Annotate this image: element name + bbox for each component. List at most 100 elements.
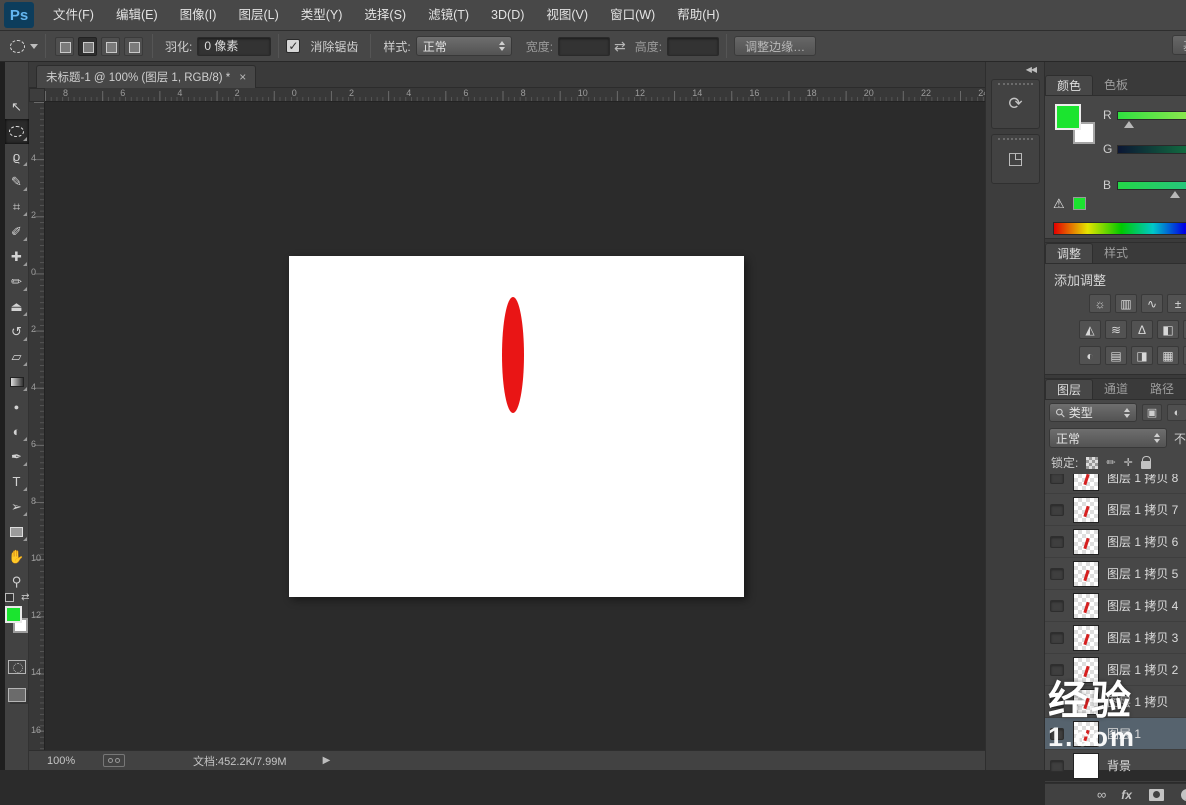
- filter-pixel-layers-button[interactable]: ▣: [1142, 404, 1162, 421]
- layer-row[interactable]: 图层 1: [1045, 718, 1186, 750]
- layer-name[interactable]: 图层 1 拷贝 5: [1107, 565, 1178, 582]
- menu-layer[interactable]: 图层(L): [227, 8, 289, 22]
- menu-type[interactable]: 类型(Y): [290, 8, 354, 22]
- history-brush-tool[interactable]: ↺: [5, 319, 29, 344]
- collapse-panels-icon[interactable]: ◀◀: [1026, 65, 1037, 74]
- layer-name[interactable]: 图层 1 拷贝 3: [1107, 629, 1178, 646]
- layer-row[interactable]: 图层 1 拷贝 5: [1045, 558, 1186, 590]
- zoom-tool[interactable]: ⚲: [5, 569, 29, 594]
- menu-help[interactable]: 帮助(H): [666, 8, 730, 22]
- layer-name[interactable]: 图层 1 拷贝 7: [1107, 501, 1178, 518]
- crop-tool[interactable]: ⌗: [5, 194, 29, 219]
- visibility-toggle[interactable]: [1050, 503, 1064, 516]
- invert-icon[interactable]: ◐: [1079, 346, 1101, 365]
- eraser-tool[interactable]: ▱: [5, 344, 29, 369]
- hue-saturation-icon[interactable]: ≋: [1105, 320, 1127, 339]
- document-tab[interactable]: 未标题-1 @ 100% (图层 1, RGB/8) * ×: [36, 65, 257, 88]
- gradient-tool[interactable]: [5, 369, 29, 394]
- layer-thumbnail[interactable]: [1073, 720, 1099, 747]
- status-menu-arrow-icon[interactable]: ▶: [323, 755, 331, 766]
- brightness-contrast-icon[interactable]: ☼: [1089, 294, 1111, 313]
- brush-tool[interactable]: ✏: [5, 269, 29, 294]
- foreground-color-swatch[interactable]: [1055, 104, 1081, 130]
- menu-file[interactable]: 文件(F): [42, 8, 105, 22]
- visibility-toggle[interactable]: [1050, 535, 1064, 548]
- layer-thumbnail[interactable]: [1073, 656, 1099, 683]
- blur-tool[interactable]: ●: [5, 394, 29, 419]
- eyedropper-tool[interactable]: ✐: [5, 219, 29, 244]
- color-balance-icon[interactable]: Δ: [1131, 320, 1153, 339]
- tool-preset-picker[interactable]: [10, 39, 38, 53]
- layer-row[interactable]: 图层 1 拷贝 7: [1045, 494, 1186, 526]
- visibility-toggle[interactable]: [1050, 695, 1064, 708]
- posterize-icon[interactable]: ▤: [1105, 346, 1127, 365]
- layer-name[interactable]: 图层 1 拷贝 4: [1107, 597, 1178, 614]
- spot-healing-brush-tool[interactable]: ✚: [5, 244, 29, 269]
- layer-thumbnail[interactable]: [1073, 496, 1099, 523]
- layer-row[interactable]: 图层 1 拷贝 3: [1045, 622, 1186, 654]
- pen-tool[interactable]: ✒: [5, 444, 29, 469]
- history-panel-button[interactable]: ⟳: [991, 79, 1040, 129]
- visibility-toggle[interactable]: [1050, 474, 1064, 484]
- layer-thumbnail[interactable]: [1073, 624, 1099, 651]
- zoom-level-field[interactable]: 100%: [47, 755, 93, 767]
- visibility-toggle[interactable]: [1050, 631, 1064, 644]
- color-spectrum-bar[interactable]: [1053, 222, 1186, 235]
- quick-mask-button[interactable]: [7, 660, 26, 674]
- visibility-toggle[interactable]: [1050, 727, 1064, 740]
- layer-thumbnail[interactable]: [1073, 474, 1099, 491]
- clone-stamp-tool[interactable]: ⏏: [5, 294, 29, 319]
- menu-view[interactable]: 视图(V): [535, 8, 599, 22]
- width-input[interactable]: [558, 36, 611, 56]
- layer-thumbnail[interactable]: [1073, 592, 1099, 619]
- canvas-document[interactable]: [289, 256, 744, 597]
- exposure-icon[interactable]: ±: [1167, 294, 1186, 313]
- lock-all-icon[interactable]: [1140, 455, 1152, 469]
- rectangle-tool[interactable]: [5, 519, 29, 544]
- layer-name[interactable]: 图层 1 拷贝 6: [1107, 533, 1178, 550]
- black-white-icon[interactable]: ◧: [1157, 320, 1179, 339]
- new-selection-button[interactable]: [55, 36, 74, 56]
- new-adjustment-layer-icon[interactable]: [1180, 788, 1186, 801]
- filter-adjustment-layers-button[interactable]: ◐: [1167, 404, 1186, 421]
- layer-name[interactable]: 背景: [1107, 757, 1131, 774]
- layer-row[interactable]: 图层 1 拷贝: [1045, 686, 1186, 718]
- antialias-checkbox[interactable]: ✓: [286, 39, 301, 53]
- screen-mode-button[interactable]: [7, 688, 26, 702]
- menu-select[interactable]: 选择(S): [353, 8, 417, 22]
- curves-icon[interactable]: ∿: [1141, 294, 1163, 313]
- layer-thumbnail[interactable]: [1073, 560, 1099, 587]
- gamut-color-chip[interactable]: [1073, 197, 1086, 210]
- workspace-switcher-button[interactable]: 基: [1172, 35, 1186, 55]
- height-input[interactable]: [667, 36, 720, 56]
- blue-channel-slider[interactable]: [1117, 180, 1186, 198]
- gradient-map-icon[interactable]: ▦: [1157, 346, 1179, 365]
- tab-layers[interactable]: 图层: [1045, 379, 1094, 399]
- layer-row[interactable]: 图层 1 拷贝 4: [1045, 590, 1186, 622]
- type-tool[interactable]: T: [5, 469, 29, 494]
- threshold-icon[interactable]: ◨: [1131, 346, 1153, 365]
- layer-name[interactable]: 图层 1 拷贝 8: [1107, 474, 1178, 486]
- tab-swatches[interactable]: 色板: [1093, 75, 1139, 95]
- layer-filter-kind-dropdown[interactable]: ⚲ 类型: [1049, 403, 1137, 422]
- menu-3d[interactable]: 3D(D): [480, 8, 535, 22]
- quick-selection-tool[interactable]: ✎: [5, 169, 29, 194]
- levels-icon[interactable]: ▥: [1115, 294, 1137, 313]
- menu-window[interactable]: 窗口(W): [599, 8, 666, 22]
- close-icon[interactable]: ×: [239, 70, 246, 84]
- add-selection-button[interactable]: [78, 36, 97, 56]
- move-tool[interactable]: ↖: [5, 94, 29, 119]
- refine-edge-button[interactable]: 调整边缘…: [734, 36, 817, 56]
- elliptical-marquee-tool[interactable]: [4, 119, 29, 144]
- lock-position-icon[interactable]: ✛: [1124, 456, 1133, 469]
- lock-pixels-brush-icon[interactable]: ✏: [1106, 456, 1115, 469]
- visibility-toggle[interactable]: [1050, 567, 1064, 580]
- menu-filter[interactable]: 滤镜(T): [417, 8, 480, 22]
- layer-row[interactable]: 图层 1 拷贝 6: [1045, 526, 1186, 558]
- feather-input[interactable]: 0 像素: [197, 36, 272, 56]
- add-layer-mask-icon[interactable]: [1148, 788, 1164, 801]
- layer-thumbnail[interactable]: [1073, 528, 1099, 555]
- style-dropdown[interactable]: 正常: [415, 36, 512, 56]
- layer-thumbnail[interactable]: [1073, 688, 1099, 715]
- swap-width-height-icon[interactable]: ⇄: [614, 38, 626, 55]
